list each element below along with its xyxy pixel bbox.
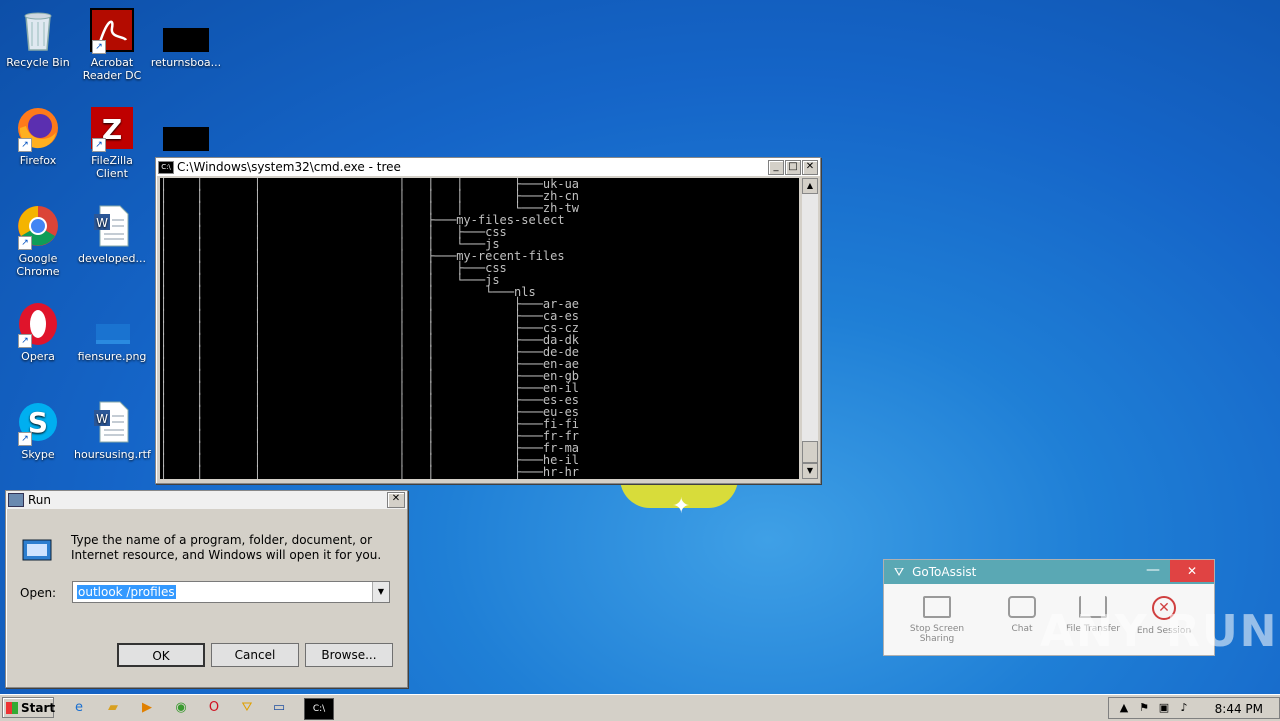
skype-icon: S ↗ (16, 400, 60, 446)
anyrun-watermark: ANY RUN (1040, 606, 1279, 657)
windows-logo-icon (6, 702, 18, 714)
scroll-thumb[interactable] (802, 441, 818, 463)
chevron-down-icon[interactable]: ▼ (372, 582, 389, 602)
browse-button[interactable]: Browse... (305, 643, 393, 667)
cmd-window[interactable]: C:\ C:\Windows\system32\cmd.exe - tree _… (155, 157, 821, 484)
media-player-icon[interactable]: ▶ (136, 698, 158, 718)
close-button[interactable]: ✕ (387, 492, 405, 508)
desktop-icon-label: fiensure.png (77, 350, 147, 363)
desktop-icon-label: Acrobat Reader DC (82, 56, 142, 82)
word-document-icon: W (90, 400, 134, 444)
gotoassist-title: GoToAssist (912, 565, 977, 579)
shortcut-arrow-icon: ↗ (18, 334, 32, 348)
console-output[interactable]: │ │ │ │ │ │ ├───uk-ua │ │ │ │ │ │ ├───zh… (160, 178, 799, 479)
minimize-button[interactable]: _ (768, 159, 784, 175)
cmd-titlebar[interactable]: C:\ C:\Windows\system32\cmd.exe - tree _… (156, 158, 820, 176)
clock[interactable]: 8:44 PM (1215, 702, 1263, 716)
desktop-icon-fiensure[interactable]: fiensure.png (74, 302, 150, 363)
chrome-taskbar-icon[interactable]: ◉ (170, 698, 192, 718)
shortcut-arrow-icon: ↗ (18, 432, 32, 446)
run-title: Run (28, 493, 52, 507)
cancel-button[interactable]: Cancel (211, 643, 299, 667)
start-label: Start (21, 701, 56, 715)
opera-taskbar-icon[interactable]: O (203, 698, 225, 718)
word-document-icon: W (90, 204, 134, 248)
action-center-flag-icon[interactable]: ⚑ (1133, 698, 1155, 718)
svg-text:W: W (96, 216, 108, 230)
scroll-up-arrow-icon[interactable]: ▲ (802, 178, 818, 194)
recycle-bin-icon (16, 8, 60, 52)
cmd-taskbar-icon[interactable]: C:\ (304, 698, 334, 720)
desktop-icon-opera[interactable]: ↗ Opera (0, 302, 76, 363)
document-thumbnail-icon (163, 8, 209, 52)
gotoassist-item-label: Chat (1011, 624, 1033, 634)
gotoassist-taskbar-icon[interactable]: ⛛ (236, 698, 258, 718)
close-button[interactable]: ✕ (802, 159, 818, 175)
desktop-icon-label: Opera (21, 350, 55, 363)
shortcut-arrow-icon: ↗ (18, 236, 32, 250)
shortcut-arrow-icon: ↗ (92, 40, 106, 54)
run-program-icon (22, 539, 52, 561)
taskbar: Start e ▰ ▶ ◉ O ⛛ ▭ C:\ ▲ ⚑ ▣ ♪ 8:44 PM (0, 694, 1280, 721)
desktop-icon-firefox[interactable]: ↗ Firefox (0, 106, 76, 167)
open-input-value[interactable]: outlook /profiles (77, 585, 176, 599)
folder-icon[interactable]: ▰ (102, 698, 124, 718)
opera-icon: ↗ (16, 302, 60, 348)
desktop-icon-label: returnsboa... (150, 56, 222, 69)
acrobat-icon: ↗ (90, 8, 134, 54)
screen-share-icon (923, 596, 951, 618)
image-file-icon (90, 302, 134, 346)
show-hidden-icons-icon[interactable]: ▲ (1113, 698, 1135, 718)
start-button[interactable]: Start (2, 697, 56, 718)
desktop-icon-skype[interactable]: S ↗ Skype (0, 400, 76, 461)
run-titlebar[interactable]: Run ✕ (6, 491, 407, 509)
desktop-icon-acrobat[interactable]: ↗ Acrobat Reader DC (74, 8, 150, 82)
desktop-icon-label: Firefox (19, 154, 57, 167)
desktop-icon-label: FileZilla Client (91, 154, 133, 180)
svg-text:W: W (96, 412, 108, 426)
shortcut-arrow-icon: ↗ (18, 138, 32, 152)
desktop-icon-chrome[interactable]: ↗ Google Chrome (0, 204, 76, 278)
run-description: Type the name of a program, folder, docu… (71, 533, 382, 562)
desktop-icon-label: Recycle Bin (6, 56, 70, 69)
desktop-icon-hoursusing[interactable]: W hoursusing.rtf (74, 400, 151, 461)
run-app-icon (8, 493, 24, 507)
wallpaper-sparkle: ✦ (672, 494, 691, 519)
desktop-icon-label: developed... (77, 252, 147, 265)
stop-screen-sharing-button[interactable]: Stop Screen Sharing (892, 596, 982, 644)
redacted-icon (163, 127, 209, 151)
ie-icon[interactable]: e (68, 698, 90, 718)
gotoassist-item-label: Stop Screen Sharing (909, 624, 965, 644)
tree-output-text: │ │ │ │ │ │ ├───uk-ua │ │ │ │ │ │ ├───zh… (160, 178, 580, 479)
open-label: Open: (20, 586, 57, 600)
network-icon[interactable]: ▣ (1153, 698, 1175, 718)
filezilla-icon: Z ↗ (90, 106, 134, 152)
desktop-icon-developed[interactable]: W developed... (74, 204, 150, 265)
vertical-scrollbar[interactable]: ▲ ▼ (802, 178, 818, 479)
desktop-icon-returnsboa[interactable]: returnsboa... (148, 8, 224, 69)
gotoassist-logo-icon: ⛛ (894, 564, 905, 579)
desktop-icon-recycle-bin[interactable]: Recycle Bin (0, 8, 76, 69)
shortcut-arrow-icon: ↗ (92, 138, 106, 152)
close-button[interactable]: ✕ (1170, 560, 1214, 582)
cmd-title: C:\Windows\system32\cmd.exe - tree (177, 160, 401, 174)
system-tray: ▲ ⚑ ▣ ♪ 8:44 PM (1108, 697, 1280, 719)
open-combobox[interactable]: outlook /profiles ▼ (72, 581, 390, 603)
minimize-button[interactable]: — (1146, 562, 1160, 578)
firefox-icon: ↗ (16, 106, 60, 152)
maximize-button[interactable]: □ (785, 159, 801, 175)
gotoassist-titlebar[interactable]: ⛛ GoToAssist (884, 560, 1214, 584)
cmd-app-icon: C:\ (158, 160, 174, 174)
desktop-icon-label: hoursusing.rtf (74, 448, 151, 461)
chrome-icon: ↗ (16, 204, 60, 250)
desktop-icon-label: Google Chrome (16, 252, 60, 278)
ok-button[interactable]: OK (117, 643, 205, 667)
run-dialog[interactable]: Run ✕ Type the name of a program, folder… (5, 490, 408, 688)
run-taskbar-icon[interactable]: ▭ (268, 698, 290, 718)
volume-icon[interactable]: ♪ (1173, 698, 1195, 718)
scroll-down-arrow-icon[interactable]: ▼ (802, 463, 818, 479)
chat-icon (1008, 596, 1036, 618)
desktop-icon-filezilla[interactable]: Z ↗ FileZilla Client (74, 106, 150, 180)
desktop-icon-label: Skype (21, 448, 55, 461)
